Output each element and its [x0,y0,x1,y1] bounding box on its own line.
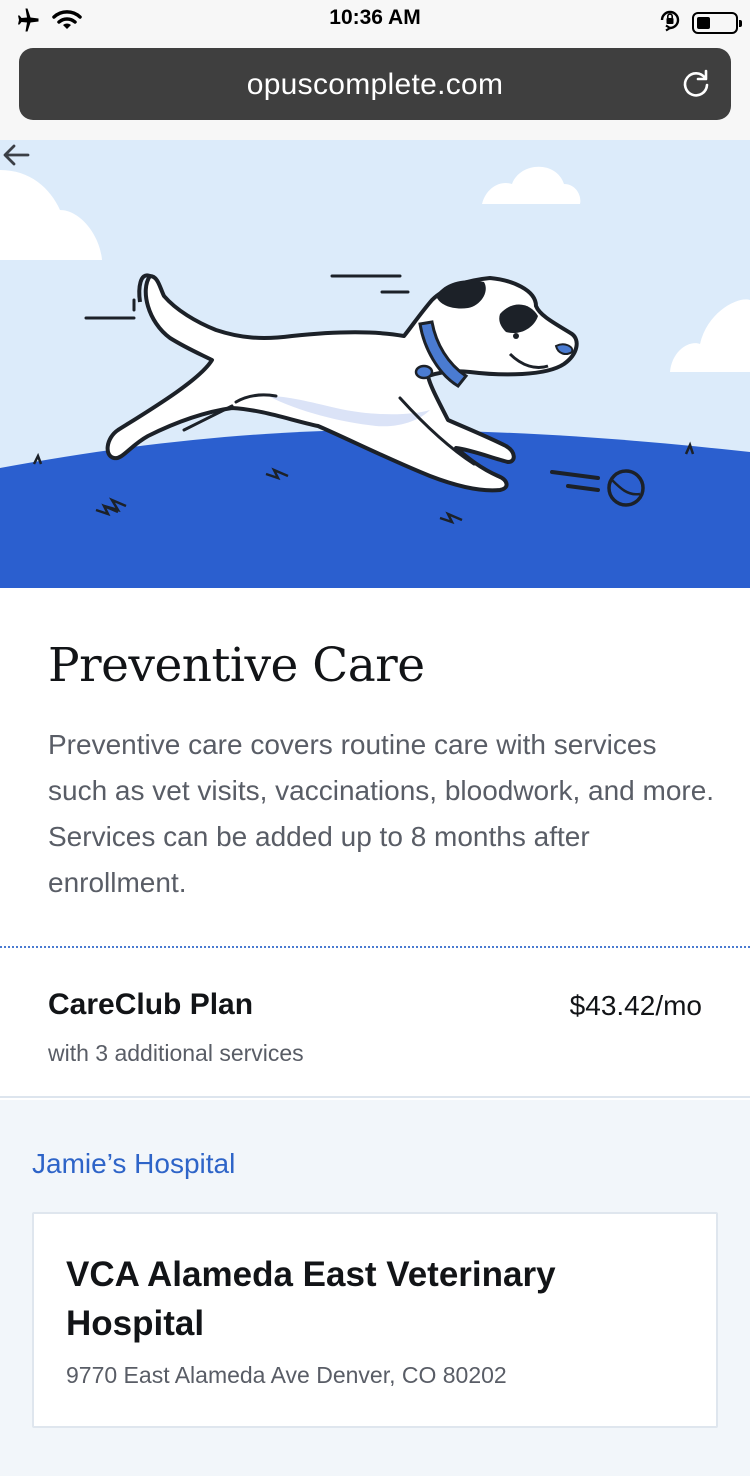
hero-illustration [0,140,750,588]
hospital-card: VCA Alameda East Veterinary Hospital 977… [32,1212,718,1428]
running-dog-illustration [0,166,750,588]
orientation-lock-icon [658,8,682,37]
reload-icon[interactable] [679,68,713,102]
hospital-section: Jamie’s Hospital VCA Alameda East Veteri… [0,1100,750,1476]
status-time: 10:36 AM [329,6,421,29]
hospital-name: VCA Alameda East Veterinary Hospital [66,1255,556,1343]
plan-subtitle: with 3 additional services [48,1040,304,1066]
page-title: Preventive Care [48,638,425,693]
preventive-care-section: Preventive Care Preventive care covers r… [0,588,750,948]
page-description: Preventive care covers routine care with… [48,729,715,898]
battery-icon [692,11,742,34]
browser-toolbar: opuscomplete.com [0,40,750,140]
back-arrow-icon[interactable] [0,140,34,170]
plan-name: CareClub Plan [48,988,254,1021]
hospital-link[interactable]: Jamie’s Hospital [32,1148,235,1180]
hospital-address: 9770 East Alameda Ave Denver, CO 80202 [66,1362,507,1388]
plan-price: $43.42/mo [569,990,702,1021]
status-bar: 10:36 AM [0,0,750,40]
status-right-icons [658,8,742,37]
url-text[interactable]: opuscomplete.com [19,68,731,102]
address-bar[interactable]: opuscomplete.com [19,48,731,120]
plan-summary: CareClub Plan $43.42/mo with 3 additiona… [0,948,750,1098]
